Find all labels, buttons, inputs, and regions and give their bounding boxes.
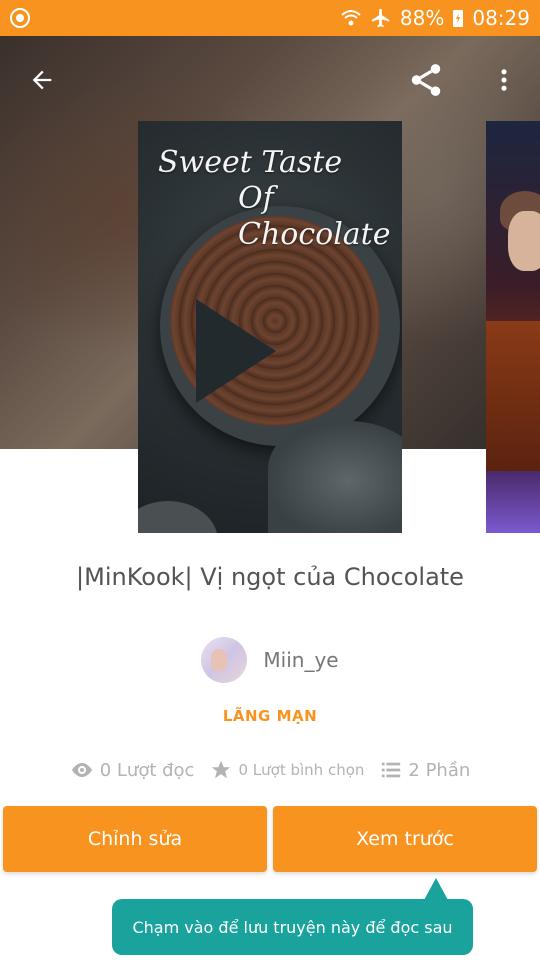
eye-icon xyxy=(71,763,92,777)
avatar[interactable] xyxy=(201,637,248,683)
story-cover[interactable]: Sweet Taste Of Chocolate xyxy=(138,121,402,533)
status-bar: 88% 08:29 xyxy=(0,0,540,36)
share-button[interactable] xyxy=(404,58,448,102)
cover-title: Sweet Taste Of Chocolate xyxy=(158,145,402,253)
more-vertical-icon xyxy=(501,69,507,91)
votes-count: 0 Lượt bình chọn xyxy=(238,761,365,779)
app-notification-icon xyxy=(10,8,30,28)
cover-next-jacket xyxy=(486,321,540,471)
tooltip-arrow xyxy=(424,878,448,900)
more-options-button[interactable] xyxy=(482,58,526,102)
cover-side-plate xyxy=(138,501,218,533)
parts-stat[interactable]: 2 Phần xyxy=(380,759,470,781)
airplane-icon xyxy=(370,7,392,29)
cover-cloth xyxy=(268,421,402,533)
cover-title-line2: Of Chocolate xyxy=(238,181,391,252)
list-icon xyxy=(382,762,401,778)
cover-next-face xyxy=(508,211,540,271)
author-row[interactable]: Miin_ye xyxy=(0,636,540,684)
star-icon xyxy=(212,760,231,779)
genre-tag[interactable]: LÃNG MẠN xyxy=(0,707,540,725)
reads-stat: 0 Lượt đọc xyxy=(70,758,195,782)
back-button[interactable] xyxy=(20,58,64,102)
cover-cake-slice xyxy=(196,299,276,403)
story-stats: 0 Lượt đọc 0 Lượt bình chọn 2 Phần xyxy=(0,756,540,784)
edit-button[interactable]: Chỉnh sửa xyxy=(3,806,267,872)
wifi-icon xyxy=(340,8,362,28)
parts-count: 2 Phần xyxy=(408,759,471,781)
cover-title-line1: Sweet Taste xyxy=(158,145,343,180)
votes-stat: 0 Lượt bình chọn xyxy=(210,759,364,781)
save-for-later-tooltip[interactable]: Chạm vào để lưu truyện này để đọc sau xyxy=(112,899,473,955)
next-story-cover[interactable] xyxy=(486,121,540,533)
author-name[interactable]: Miin_ye xyxy=(263,648,338,672)
clock-text: 08:29 xyxy=(472,6,530,30)
status-right: 88% 08:29 xyxy=(340,0,530,36)
story-title: |MinKook| Vị ngọt của Chocolate xyxy=(76,563,464,591)
arrow-left-icon xyxy=(32,70,52,90)
share-icon xyxy=(411,64,441,96)
preview-button[interactable]: Xem trước xyxy=(273,806,537,872)
reads-count: 0 Lượt đọc xyxy=(99,759,195,781)
battery-text: 88% xyxy=(399,6,445,30)
battery-icon xyxy=(452,8,464,28)
